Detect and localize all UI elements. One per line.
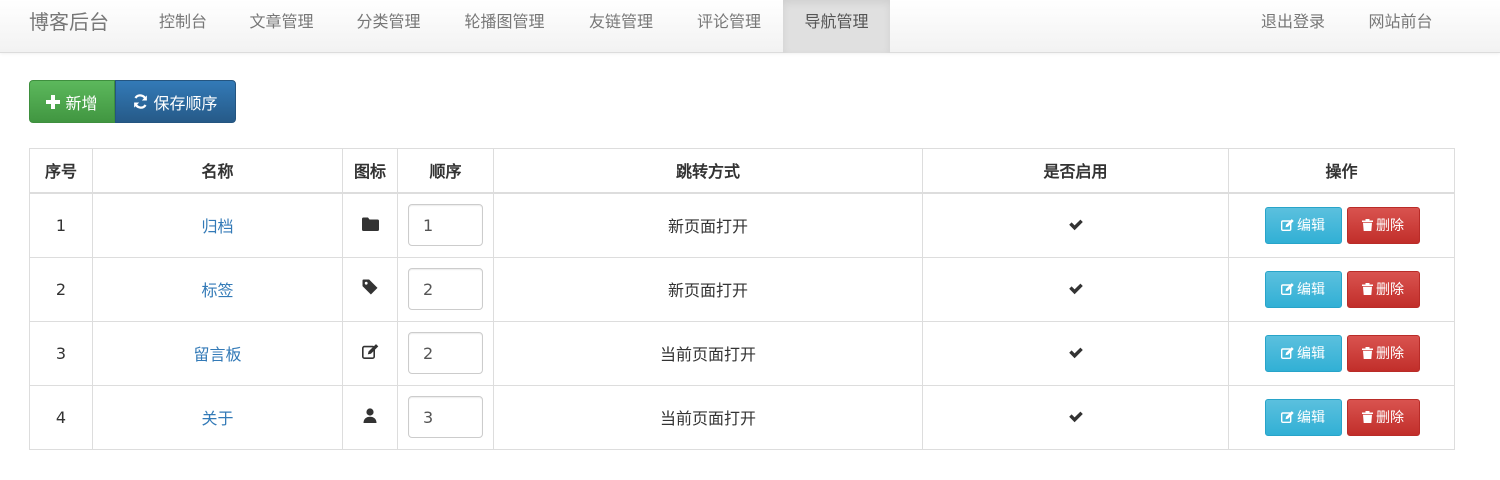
top-navbar: 博客后台 控制台 文章管理 分类管理 轮播图管理 友链管理 评论管理 导航管理 … — [0, 0, 1500, 53]
trash-icon — [1362, 411, 1373, 423]
col-header-icon: 图标 — [342, 148, 398, 194]
delete-button[interactable]: 删除 — [1346, 398, 1420, 436]
row-name-link[interactable]: 留言板 — [193, 345, 241, 364]
col-header-index: 序号 — [29, 148, 93, 194]
trash-icon — [1362, 283, 1373, 295]
col-header-order: 顺序 — [397, 148, 494, 194]
nav-item-site-front[interactable]: 网站前台 — [1347, 0, 1454, 53]
edit-icon — [1281, 219, 1294, 231]
refresh-icon — [133, 94, 148, 109]
plus-icon — [46, 94, 61, 109]
order-input[interactable] — [408, 268, 483, 310]
row-name-link[interactable]: 标签 — [201, 281, 233, 300]
row-name-link[interactable]: 关于 — [201, 409, 233, 428]
edit-button[interactable]: 编辑 — [1264, 270, 1342, 308]
row-jump-mode: 新页面打开 — [493, 192, 923, 258]
delete-button-label: 删除 — [1376, 282, 1404, 298]
nav-item-dashboard[interactable]: 控制台 — [138, 0, 228, 53]
add-button[interactable]: 新增 — [29, 80, 115, 123]
order-input[interactable] — [408, 204, 483, 246]
nav-item-logout[interactable]: 退出登录 — [1239, 0, 1347, 53]
edit-button-label: 编辑 — [1297, 218, 1325, 234]
row-name-link[interactable]: 归档 — [201, 217, 233, 236]
row-jump-mode: 新页面打开 — [493, 256, 923, 322]
navigation-table: 序号 名称 图标 顺序 跳转方式 是否启用 操作 1 归档 新页面打开 — [29, 148, 1455, 450]
order-input[interactable] — [408, 396, 483, 438]
order-input[interactable] — [408, 332, 483, 374]
delete-button-label: 删除 — [1376, 346, 1404, 362]
table-row: 3 留言板 当前页面打开 编辑 删除 — [29, 320, 1455, 386]
col-header-jump: 跳转方式 — [493, 148, 923, 194]
check-icon — [1068, 346, 1084, 359]
delete-button-label: 删除 — [1376, 218, 1404, 234]
row-jump-mode: 当前页面打开 — [493, 384, 923, 450]
toolbar: 新增 保存顺序 — [29, 80, 236, 123]
table-row: 1 归档 新页面打开 编辑 删除 — [29, 192, 1455, 258]
nav-item-comments[interactable]: 评论管理 — [675, 0, 783, 53]
check-icon — [1068, 282, 1084, 295]
edit-icon — [1281, 347, 1294, 359]
trash-icon — [1362, 219, 1373, 231]
trash-icon — [1362, 347, 1373, 359]
edit-button[interactable]: 编辑 — [1264, 398, 1342, 436]
row-jump-mode: 当前页面打开 — [493, 320, 923, 386]
check-icon — [1068, 218, 1084, 231]
edit-icon — [361, 343, 379, 359]
col-header-enabled: 是否启用 — [922, 148, 1229, 194]
tag-icon — [362, 279, 378, 295]
edit-button[interactable]: 编辑 — [1264, 334, 1342, 372]
user-icon — [363, 407, 377, 423]
col-header-name: 名称 — [92, 148, 343, 194]
row-index: 1 — [29, 192, 93, 258]
delete-button[interactable]: 删除 — [1346, 334, 1420, 372]
edit-button-label: 编辑 — [1297, 282, 1325, 298]
row-index: 2 — [29, 256, 93, 322]
delete-button[interactable]: 删除 — [1346, 270, 1420, 308]
save-order-button[interactable]: 保存顺序 — [115, 80, 236, 123]
nav-item-carousel[interactable]: 轮播图管理 — [442, 0, 567, 53]
table-header-row: 序号 名称 图标 顺序 跳转方式 是否启用 操作 — [29, 148, 1455, 194]
edit-button-label: 编辑 — [1297, 346, 1325, 362]
nav-item-navigation[interactable]: 导航管理 — [783, 0, 890, 53]
delete-button-label: 删除 — [1376, 410, 1404, 426]
delete-button[interactable]: 删除 — [1346, 206, 1420, 244]
folder-icon — [361, 217, 379, 231]
save-order-button-label: 保存顺序 — [153, 93, 218, 113]
table-row: 4 关于 当前页面打开 编辑 删除 — [29, 384, 1455, 450]
row-index: 4 — [29, 384, 93, 450]
check-icon — [1068, 410, 1084, 423]
edit-button-label: 编辑 — [1297, 410, 1325, 426]
brand-title[interactable]: 博客后台 — [29, 0, 109, 44]
nav-item-links[interactable]: 友链管理 — [567, 0, 675, 53]
table-row: 2 标签 新页面打开 编辑 删除 — [29, 256, 1455, 322]
edit-icon — [1281, 283, 1294, 295]
add-button-label: 新增 — [65, 93, 98, 113]
col-header-actions: 操作 — [1228, 148, 1455, 194]
edit-icon — [1281, 411, 1294, 423]
nav-item-articles[interactable]: 文章管理 — [228, 0, 335, 53]
row-index: 3 — [29, 320, 93, 386]
edit-button[interactable]: 编辑 — [1264, 206, 1342, 244]
nav-item-categories[interactable]: 分类管理 — [335, 0, 442, 53]
